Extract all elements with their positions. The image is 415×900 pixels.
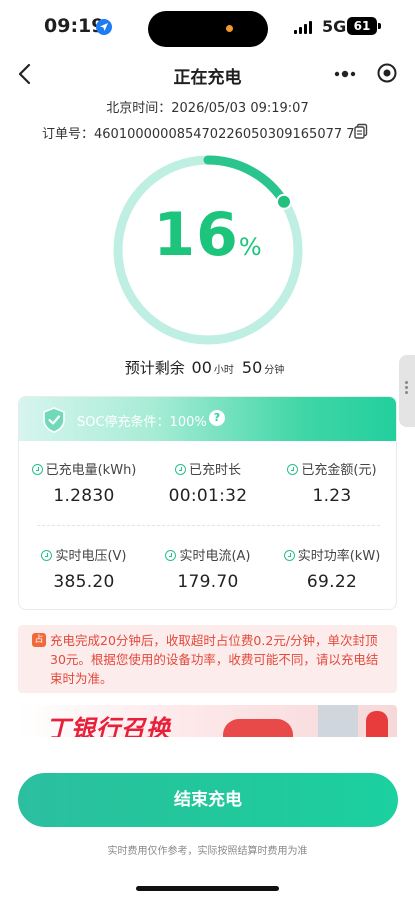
- home-indicator: [136, 886, 279, 891]
- power-icon: [283, 550, 295, 561]
- stat-value: 1.2830: [53, 486, 115, 506]
- target-close-icon[interactable]: [376, 62, 398, 84]
- current-icon: [165, 550, 177, 561]
- charge-percent-number: 16: [153, 200, 239, 270]
- notice-text: 充电完成20分钟后，收取超时占位费0.2元/分钟，单次封顶30元。根据您使用的设…: [50, 633, 379, 686]
- dynamic-island: [148, 11, 268, 47]
- stat-value: 179.70: [177, 572, 239, 592]
- stat-value: 385.20: [53, 572, 115, 592]
- battery-icon: 61: [347, 17, 381, 35]
- shield-check-icon: [43, 407, 65, 433]
- energy-icon: [31, 464, 43, 475]
- soc-header: SOC停充条件：100% ?: [19, 397, 396, 441]
- remaining-minutes-unit: 分钟: [264, 365, 285, 376]
- remaining-hours-unit: 小时: [213, 365, 234, 376]
- stat-label: 实时电压(V): [55, 549, 127, 564]
- stat-power: 实时功率(kW) 69.22: [269, 545, 395, 592]
- overtime-fee-notice: 占 充电完成20分钟后，收取超时占位费0.2元/分钟，单次封顶30元。根据您使用…: [18, 625, 397, 693]
- voltage-icon: [41, 550, 53, 561]
- charge-stats-card: SOC停充条件：100% ? 已充电量(kWh) 1.2830 已充时长 00:…: [18, 396, 397, 610]
- side-drawer-handle[interactable]: [399, 355, 415, 427]
- stat-amount: 已充金额(元) 1.23: [269, 459, 395, 506]
- charge-percent: 16%: [0, 200, 415, 270]
- stat-value: 00:01:32: [168, 486, 248, 506]
- charge-percent-unit: %: [238, 233, 262, 261]
- copy-icon[interactable]: [353, 123, 369, 139]
- stat-label: 实时功率(kW): [297, 549, 381, 564]
- clock-icon: [174, 464, 186, 475]
- person-image: [366, 711, 388, 737]
- order-number: 订单号：460100000085470226050309165077 74: [42, 127, 363, 142]
- divider: [37, 525, 380, 526]
- more-dots-icon[interactable]: [330, 60, 360, 88]
- end-charging-button[interactable]: 结束充电: [18, 773, 398, 827]
- fee-disclaimer: 实时费用仅作参考，实际按照结算时费用为准: [107, 846, 308, 857]
- soc-stop-condition: SOC停充条件：100%: [77, 415, 207, 430]
- building-image: [318, 705, 358, 737]
- stat-label: 已充电量(kWh): [45, 463, 137, 478]
- stat-value: 1.23: [312, 486, 352, 506]
- progress-ring-arc: [203, 155, 289, 207]
- help-icon[interactable]: ?: [209, 410, 225, 426]
- banner-title: 丁银行召换: [46, 715, 171, 737]
- remaining-time: 预计剩余 00 小时 50 分钟: [0, 357, 415, 378]
- remaining-hours: 00: [191, 358, 212, 377]
- signal-icon: [294, 20, 312, 34]
- stat-label: 已充时长: [188, 463, 241, 478]
- car-image: [223, 719, 293, 737]
- stat-label: 实时电流(A): [179, 549, 251, 564]
- money-icon: [287, 464, 299, 475]
- remaining-minutes: 50: [241, 358, 263, 377]
- stat-current: 实时电流(A) 179.70: [145, 545, 271, 592]
- stat-label: 已充金额(元): [301, 463, 377, 478]
- stat-energy: 已充电量(kWh) 1.2830: [21, 459, 147, 506]
- stat-voltage: 实时电压(V) 385.20: [21, 545, 147, 592]
- promo-banner[interactable]: 丁银行召换: [18, 705, 397, 737]
- location-arrow-icon: [96, 19, 112, 35]
- nav-bar: 正在充电: [0, 56, 415, 94]
- stat-duration: 已充时长 00:01:32: [145, 459, 271, 506]
- status-bar: 09:19 5G 61: [0, 0, 415, 56]
- remaining-label: 预计剩余: [124, 359, 185, 377]
- occupy-tag-icon: 占: [32, 633, 46, 647]
- network-type: 5G: [322, 17, 347, 36]
- stat-value: 69.22: [306, 572, 358, 592]
- beijing-time: 北京时间：2026/05/03 09:19:07: [106, 101, 309, 116]
